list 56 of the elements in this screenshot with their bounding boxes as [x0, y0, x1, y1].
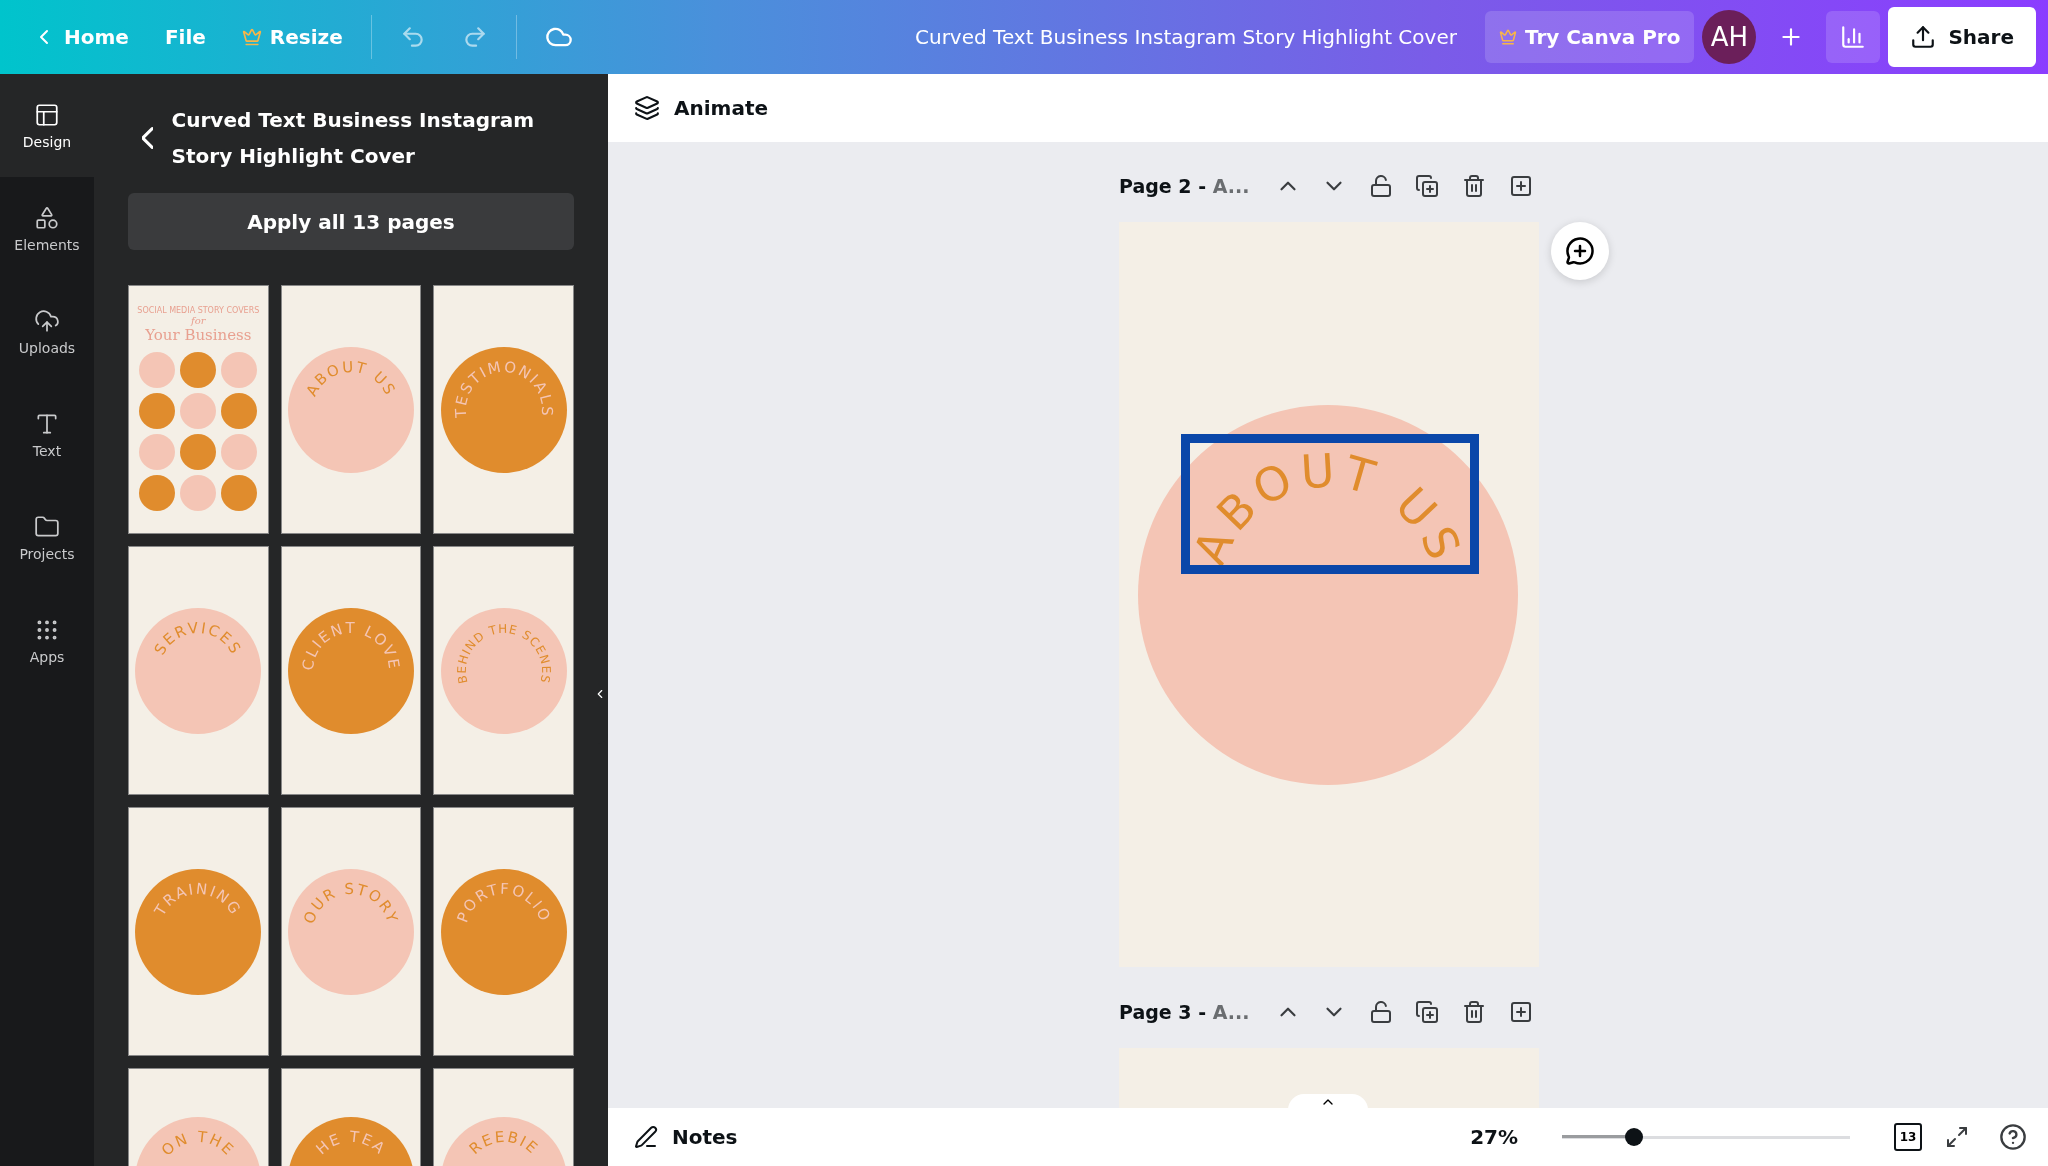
- apply-all-button[interactable]: Apply all 13 pages: [128, 193, 574, 250]
- template-thumbnail[interactable]: HE TEA: [280, 1068, 422, 1166]
- picture: ON THE: [135, 1117, 262, 1166]
- notes-button[interactable]: Notes: [628, 1124, 744, 1150]
- cover-script: for: [191, 315, 206, 326]
- add-page-icon: [1508, 1000, 1533, 1025]
- apps-tab[interactable]: Apps: [0, 589, 94, 692]
- back-icon: [142, 125, 154, 150]
- template-thumbnail[interactable]: ON THE: [128, 1068, 269, 1166]
- unlock-icon: [1368, 173, 1393, 198]
- template-thumbnail[interactable]: SOCIAL MEDIA STORY COVERS for Your Business: [128, 285, 269, 534]
- avatar[interactable]: AH: [1702, 10, 1757, 64]
- insights-button[interactable]: [1826, 11, 1881, 63]
- comment-plus-icon: [1565, 235, 1595, 266]
- duplicate-icon: [1415, 1000, 1440, 1025]
- uploads-tab[interactable]: Uploads: [0, 280, 94, 383]
- panel-title: Curved Text Business Instagram Story Highlight Cover: [171, 106, 536, 170]
- home-button[interactable]: Home: [18, 11, 143, 63]
- help-icon: [1999, 1123, 2027, 1151]
- folder-icon: [34, 513, 60, 540]
- unlock-icon: [1368, 1000, 1393, 1025]
- picture: HE TEA: [288, 1117, 414, 1166]
- expand-pages-button[interactable]: [1288, 1094, 1368, 1110]
- add-comment-button[interactable]: [1551, 221, 1609, 280]
- share-icon: [1910, 24, 1937, 50]
- crown-icon: [241, 27, 262, 47]
- text-tab[interactable]: Text: [0, 383, 94, 486]
- template-thumbnail[interactable]: REEBIE: [433, 1068, 574, 1166]
- animate-button[interactable]: Animate: [628, 94, 775, 122]
- notes-icon: [634, 1125, 658, 1149]
- zoom-level: 27%: [1470, 1125, 1518, 1149]
- try-pro-button[interactable]: Try Canva Pro: [1484, 11, 1695, 63]
- bar-chart-icon: [1840, 24, 1867, 50]
- picture: REEBIE: [440, 1117, 567, 1166]
- resize-button[interactable]: Resize: [227, 11, 357, 63]
- projects-tab[interactable]: Projects: [0, 486, 94, 589]
- page-count-button[interactable]: 13: [1894, 1123, 1922, 1151]
- cloud-upload-icon: [34, 307, 60, 334]
- expand-icon: [1945, 1125, 1969, 1149]
- cover-heading: Your Business: [145, 326, 252, 344]
- add-page-icon: [1508, 173, 1533, 198]
- cover-kicker: SOCIAL MEDIA STORY COVERS: [137, 306, 260, 315]
- duplicate-icon: [1415, 173, 1440, 198]
- share-button[interactable]: Share: [1888, 7, 2036, 67]
- trash-icon: [1462, 173, 1487, 198]
- trash-icon: [1462, 1000, 1487, 1025]
- elements-tab[interactable]: Elements: [0, 177, 94, 280]
- page-label: Page 3 - A...: [1119, 1001, 1250, 1024]
- animate-icon: [634, 95, 660, 121]
- page-label: Page 2 - A...: [1119, 174, 1250, 197]
- file-button[interactable]: File: [150, 11, 220, 63]
- document-title: Curved Text Business Instagram Story Highlight Cover: [914, 25, 1458, 49]
- layout-icon: [34, 101, 60, 128]
- design-tab[interactable]: Design: [0, 74, 94, 177]
- shapes-icon: [34, 204, 60, 231]
- crown-icon: [1498, 28, 1517, 46]
